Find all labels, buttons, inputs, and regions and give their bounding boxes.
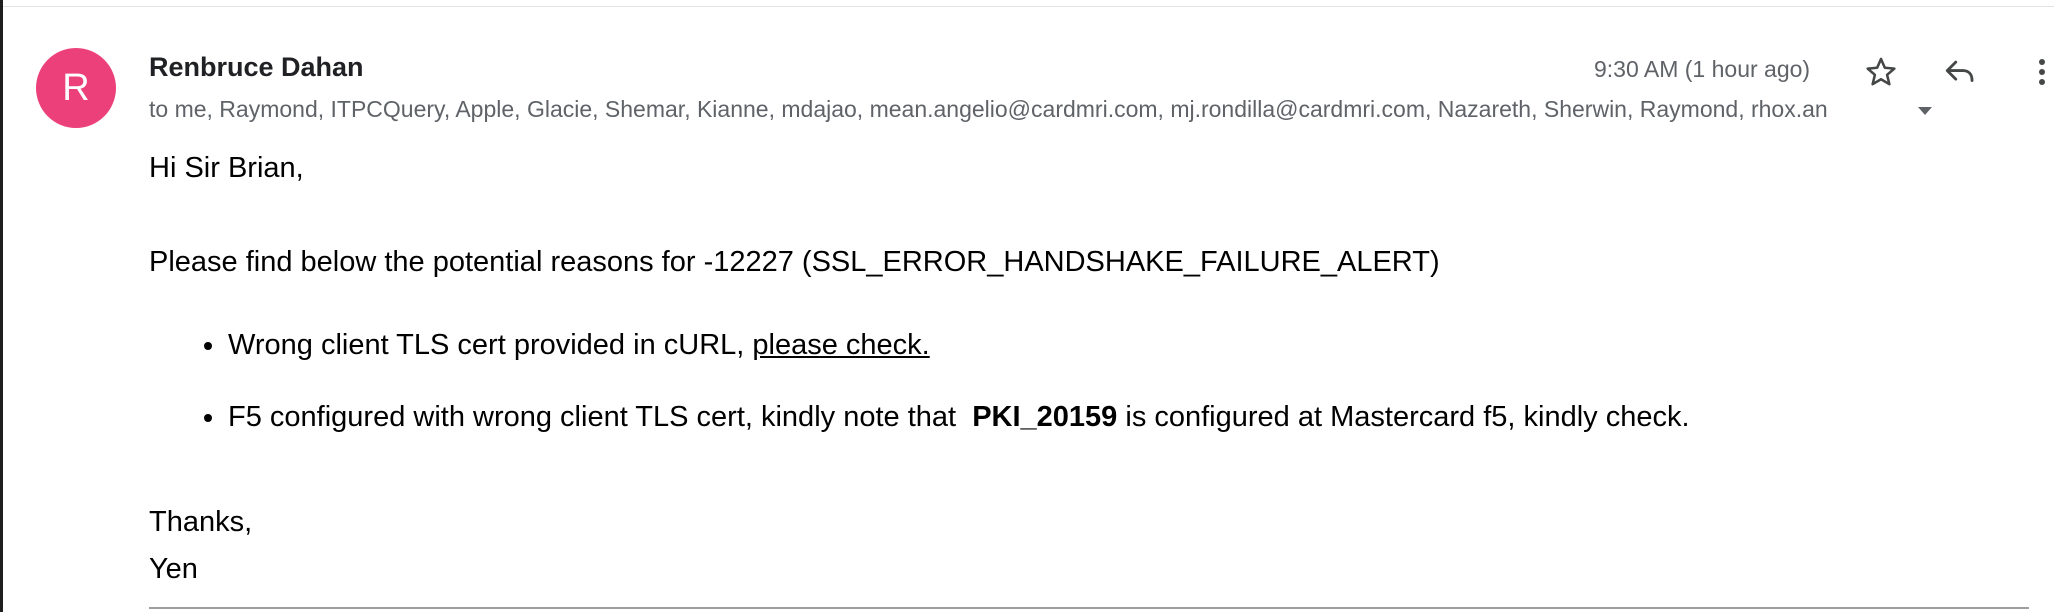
reply-icon [1945,60,1974,82]
bullet-icon [204,342,212,350]
pki-id: PKI_20159 [972,401,1118,433]
signature-divider [149,607,2029,609]
sender-avatar[interactable]: R [36,48,116,128]
bullet-text-before: F5 configured with wrong client TLS cert… [228,401,973,433]
chevron-down-icon[interactable] [1916,101,1934,122]
window-edge [0,0,3,612]
closing: Thanks, [149,506,253,538]
signature: Yen [149,553,198,585]
timestamp: 9:30 AM (1 hour ago) [1594,56,1811,82]
intro-text: Please find below the potential reasons … [149,246,1440,278]
reasons-list: Wrong client TLS cert provided in cURL, … [149,330,1690,432]
list-item: F5 configured with wrong client TLS cert… [149,402,1690,432]
bullet-text: Wrong client TLS cert provided in cURL, [228,329,753,361]
list-item: Wrong client TLS cert provided in cURL, … [149,330,1690,360]
avatar-letter: R [62,66,90,109]
top-divider [0,0,2054,7]
star-icon [1866,57,1896,86]
star-button[interactable] [1859,50,1903,94]
recipients-line: to me, Raymond, ITPCQuery, Apple, Glacie… [149,96,1828,122]
sender-name[interactable]: Renbruce Dahan [149,52,364,83]
greeting: Hi Sir Brian, [149,152,304,184]
bullet-text-after: is configured at Mastercard f5, kindly c… [1117,401,1690,433]
please-check-link[interactable]: please check. [752,329,929,361]
bullet-icon [204,414,212,422]
email-message-view: R Renbruce Dahan to me, Raymond, ITPCQue… [0,0,2054,612]
more-vert-icon [2039,59,2045,85]
reply-button[interactable] [1938,50,1982,94]
more-options-button[interactable] [2020,50,2054,94]
